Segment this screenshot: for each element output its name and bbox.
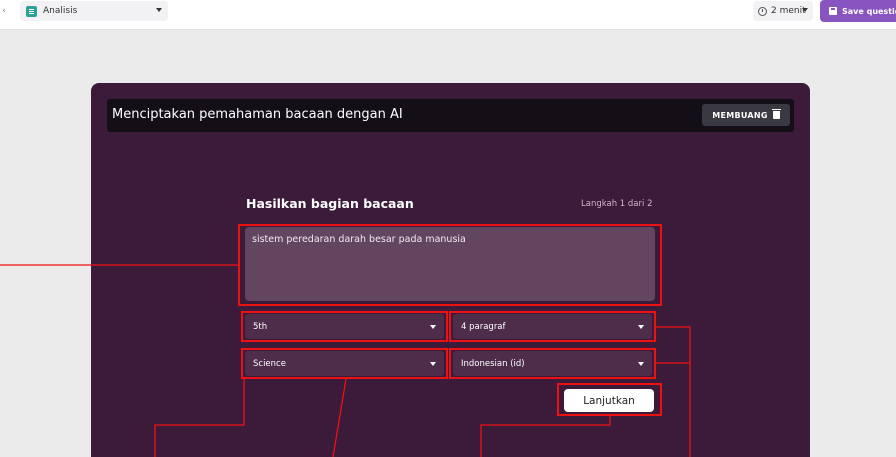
clock-icon xyxy=(758,6,767,16)
document-icon xyxy=(26,5,37,17)
question-type-label: Analisis xyxy=(43,6,78,16)
discard-button[interactable]: MEMBUANG xyxy=(702,104,790,126)
time-limit-label: 2 menit xyxy=(771,6,806,16)
annotation-box-topic xyxy=(238,224,662,306)
question-type-select[interactable]: Analisis xyxy=(20,1,168,21)
annotation-box-subject xyxy=(241,348,448,379)
annotation-box-paragraphs xyxy=(449,311,656,342)
annotation-box-continue xyxy=(557,383,662,416)
chevron-down-icon xyxy=(802,8,808,12)
discard-label: MEMBUANG xyxy=(712,110,768,120)
section-title: Hasilkan bagian bacaan xyxy=(246,196,414,211)
time-limit-select[interactable]: 2 menit xyxy=(753,1,813,21)
save-question-label: Save question xyxy=(842,6,896,16)
collapse-handle-icon[interactable]: ‹ xyxy=(0,4,8,18)
step-indicator: Langkah 1 dari 2 xyxy=(581,199,653,209)
card-header: Menciptakan pemahaman bacaan dengan AI M… xyxy=(107,99,794,132)
annotation-box-grade xyxy=(241,311,448,342)
trash-icon xyxy=(771,109,781,119)
annotation-box-language xyxy=(449,348,656,379)
save-question-button[interactable]: Save question xyxy=(820,0,896,22)
top-toolbar: ‹ Analisis 2 menit Save question xyxy=(0,0,896,30)
card-title: Menciptakan pemahaman bacaan dengan AI xyxy=(112,107,403,122)
chevron-down-icon xyxy=(156,8,162,12)
save-icon xyxy=(829,7,837,15)
